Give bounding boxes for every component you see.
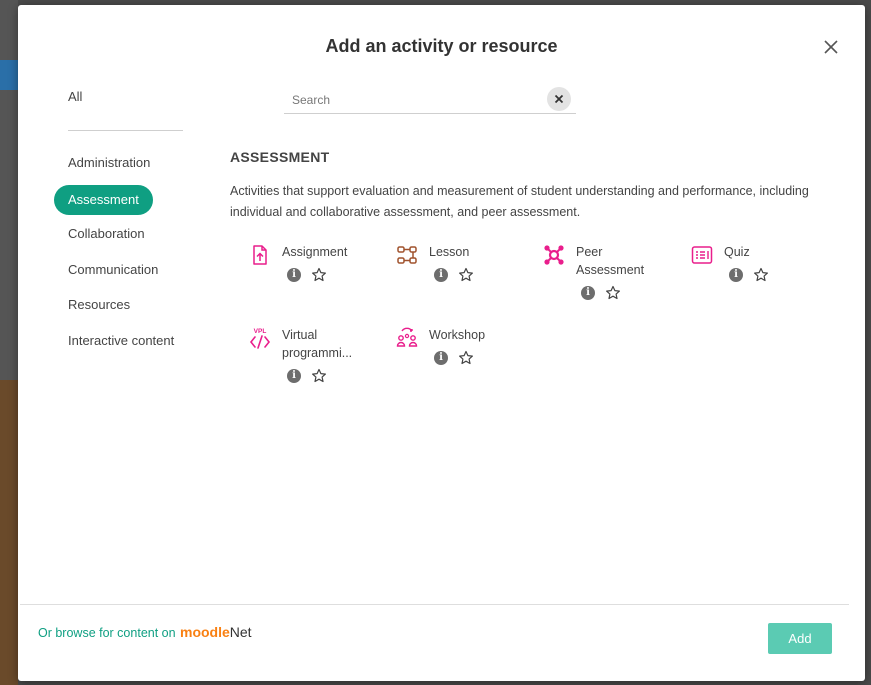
assignment-icon bbox=[253, 245, 267, 265]
activity-name[interactable]: Workshop bbox=[429, 326, 519, 344]
info-icon[interactable]: i bbox=[287, 369, 301, 383]
info-icon[interactable]: i bbox=[581, 286, 595, 300]
moodlenet-browse-link[interactable]: Or browse for content on bbox=[38, 626, 176, 640]
activity-vpl[interactable]: VPL Virtual programmi... i bbox=[249, 327, 389, 397]
modal-title: Add an activity or resource bbox=[325, 36, 558, 56]
backdrop bbox=[0, 0, 18, 685]
activity-name[interactable]: Virtual programmi... bbox=[282, 326, 372, 362]
close-icon[interactable] bbox=[821, 37, 841, 57]
add-activity-modal: Add an activity or resource All Administ… bbox=[18, 5, 865, 681]
activity-name[interactable]: Peer Assessment bbox=[576, 243, 666, 279]
sidebar-divider bbox=[68, 130, 183, 131]
activity-peer-assessment[interactable]: Peer Assessment i bbox=[543, 244, 683, 314]
search-input[interactable] bbox=[284, 85, 524, 111]
sidebar-item-communication[interactable]: Communication bbox=[54, 255, 172, 285]
svg-text:VPL: VPL bbox=[254, 328, 267, 335]
activity-assignment[interactable]: Assignment i bbox=[249, 244, 389, 314]
star-icon[interactable] bbox=[458, 350, 474, 366]
info-icon[interactable]: i bbox=[729, 268, 743, 282]
peer-assessment-icon bbox=[544, 245, 564, 265]
clear-search-icon[interactable] bbox=[547, 87, 571, 111]
activity-name[interactable]: Quiz bbox=[724, 243, 814, 261]
activity-lesson[interactable]: Lesson i bbox=[396, 244, 536, 314]
quiz-icon bbox=[691, 246, 713, 264]
section-heading: ASSESSMENT bbox=[230, 149, 330, 165]
star-icon[interactable] bbox=[311, 267, 327, 283]
add-button[interactable]: Add bbox=[768, 623, 832, 654]
moodlenet-logo[interactable]: moodleNet bbox=[180, 624, 252, 640]
star-icon[interactable] bbox=[311, 368, 327, 384]
activity-quiz[interactable]: Quiz i bbox=[691, 244, 831, 314]
sidebar-item-collaboration[interactable]: Collaboration bbox=[54, 219, 159, 249]
workshop-icon bbox=[396, 327, 418, 347]
section-description: Activities that support evaluation and m… bbox=[230, 184, 809, 219]
star-icon[interactable] bbox=[753, 267, 769, 283]
footer-divider bbox=[20, 604, 849, 605]
search-box bbox=[284, 85, 576, 114]
lesson-icon bbox=[397, 246, 417, 264]
star-icon[interactable] bbox=[605, 285, 621, 301]
star-icon[interactable] bbox=[458, 267, 474, 283]
sidebar-item-all[interactable]: All bbox=[54, 82, 96, 112]
info-icon[interactable]: i bbox=[434, 268, 448, 282]
sidebar-item-interactive-content[interactable]: Interactive content bbox=[54, 326, 188, 356]
activity-name[interactable]: Lesson bbox=[429, 243, 519, 261]
sidebar-item-resources[interactable]: Resources bbox=[54, 290, 144, 320]
sidebar-item-administration[interactable]: Administration bbox=[54, 148, 164, 178]
vpl-icon: VPL bbox=[249, 328, 271, 349]
info-icon[interactable]: i bbox=[287, 268, 301, 282]
activity-name[interactable]: Assignment bbox=[282, 243, 372, 261]
sidebar-item-assessment[interactable]: Assessment bbox=[54, 185, 153, 215]
info-icon[interactable]: i bbox=[434, 351, 448, 365]
activity-workshop[interactable]: Workshop i bbox=[396, 327, 536, 397]
